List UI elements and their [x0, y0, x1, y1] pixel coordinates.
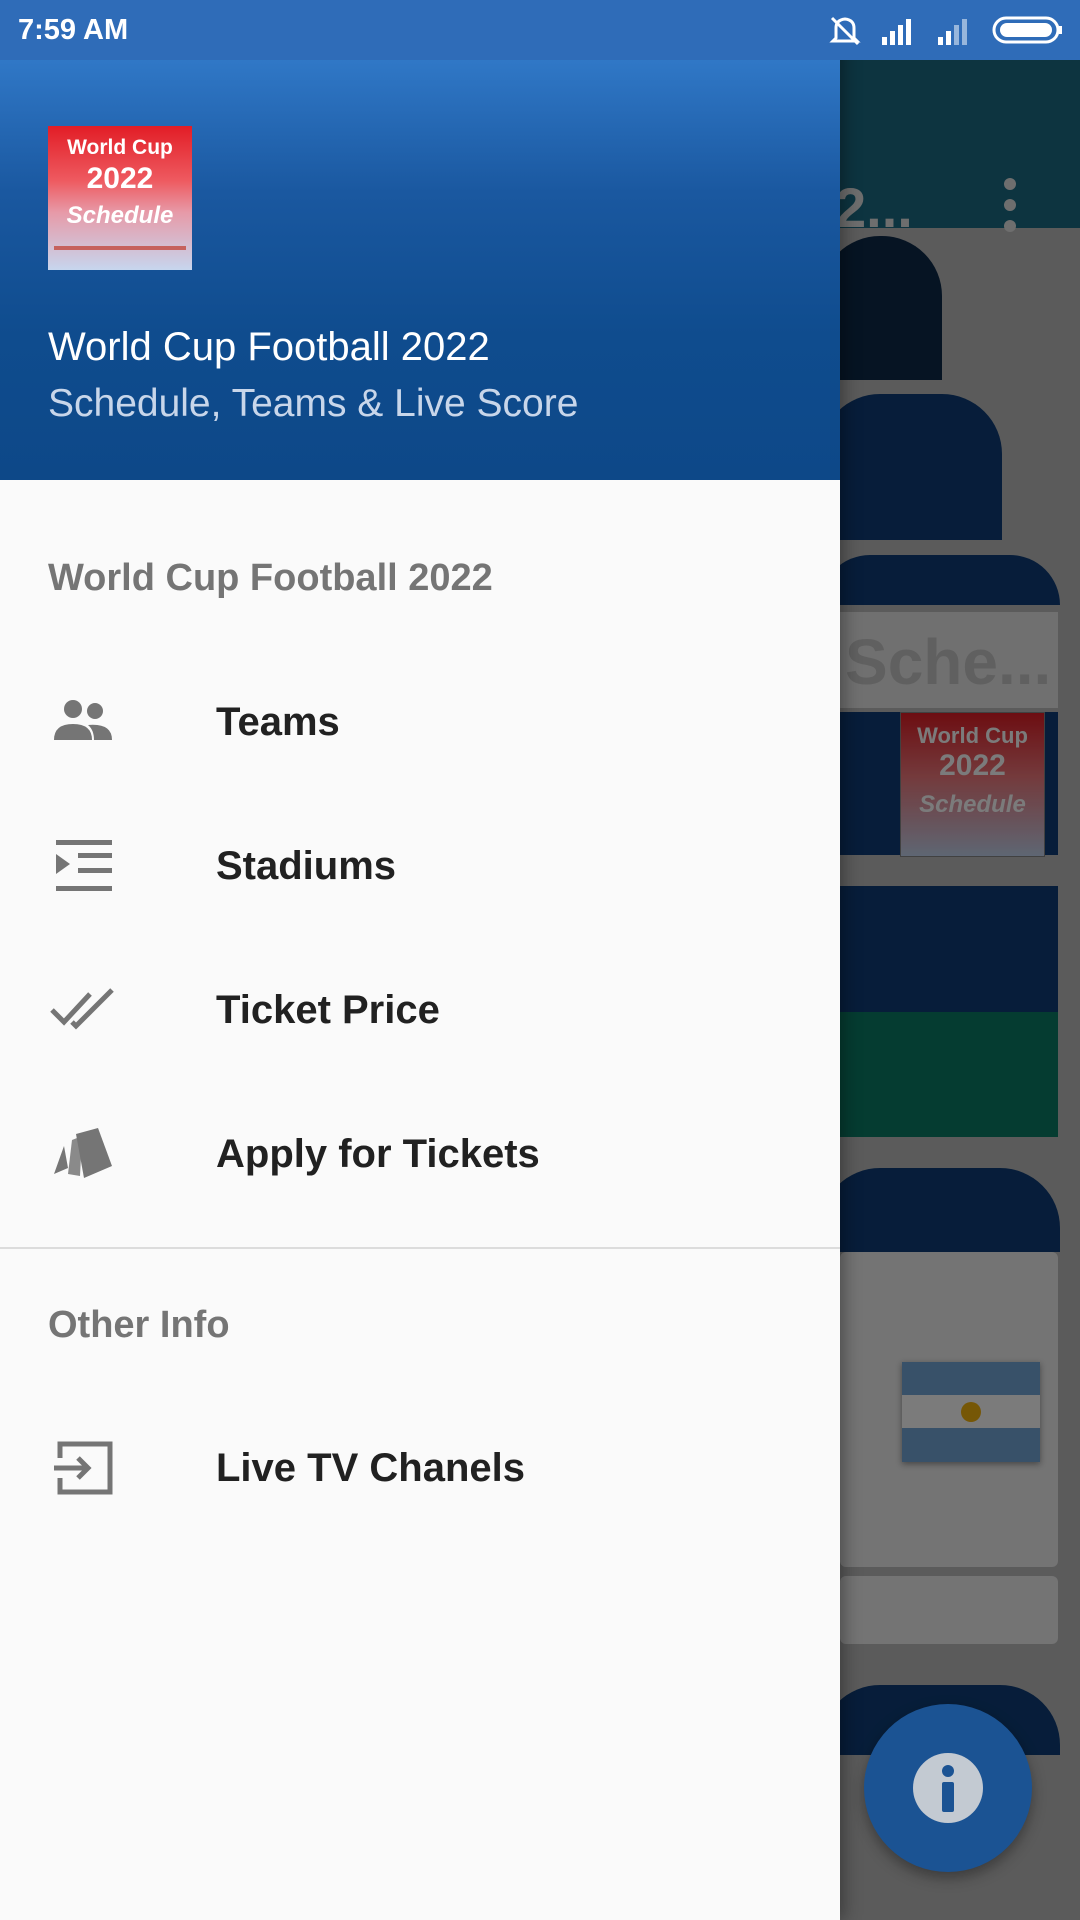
- menu-item-label: Teams: [216, 700, 340, 744]
- drawer-title: World Cup Football 2022: [48, 325, 490, 369]
- menu-item-label: Live TV Chanels: [216, 1446, 525, 1490]
- battery-icon: [992, 16, 1062, 44]
- group-icon: [54, 700, 112, 740]
- menu-item-stadiums[interactable]: Stadiums: [0, 794, 840, 938]
- status-time: 7:59 AM: [18, 14, 129, 46]
- status-icons: [828, 14, 1064, 46]
- input-icon: [54, 1441, 113, 1495]
- menu-item-apply-tickets[interactable]: Apply for Tickets: [0, 1082, 840, 1226]
- menu-item-label: Ticket Price: [216, 988, 440, 1032]
- logo-text: 2022: [86, 162, 154, 195]
- menu-item-teams[interactable]: Teams: [0, 650, 840, 794]
- format-indent-icon: [56, 840, 112, 891]
- cards-icon: [54, 1128, 112, 1178]
- logo-text: World Cup: [67, 136, 173, 159]
- menu-item-label: Stadiums: [216, 844, 397, 888]
- silent-mode-icon: [829, 16, 861, 46]
- menu-item-ticket-price[interactable]: Ticket Price: [0, 938, 840, 1082]
- app-logo: World Cup 2022 Schedule: [48, 126, 192, 270]
- section-divider: [0, 1247, 840, 1249]
- menu-item-live-tv[interactable]: Live TV Chanels: [0, 1396, 840, 1540]
- status-bar: 7:59 AM: [0, 0, 1080, 60]
- navigation-drawer: World Cup 2022 Schedule World Cup Footba…: [0, 0, 840, 1920]
- section-label: World Cup Football 2022: [48, 557, 493, 599]
- signal-strength-icon: [882, 19, 911, 45]
- menu-item-label: Apply for Tickets: [216, 1132, 540, 1176]
- drawer-header: World Cup 2022 Schedule World Cup Footba…: [0, 0, 840, 480]
- section-label: Other Info: [48, 1304, 230, 1346]
- double-check-icon: [50, 988, 114, 1030]
- drawer-subtitle: Schedule, Teams & Live Score: [48, 382, 579, 425]
- logo-text: Schedule: [66, 202, 174, 229]
- signal-strength-2-icon: [938, 19, 967, 45]
